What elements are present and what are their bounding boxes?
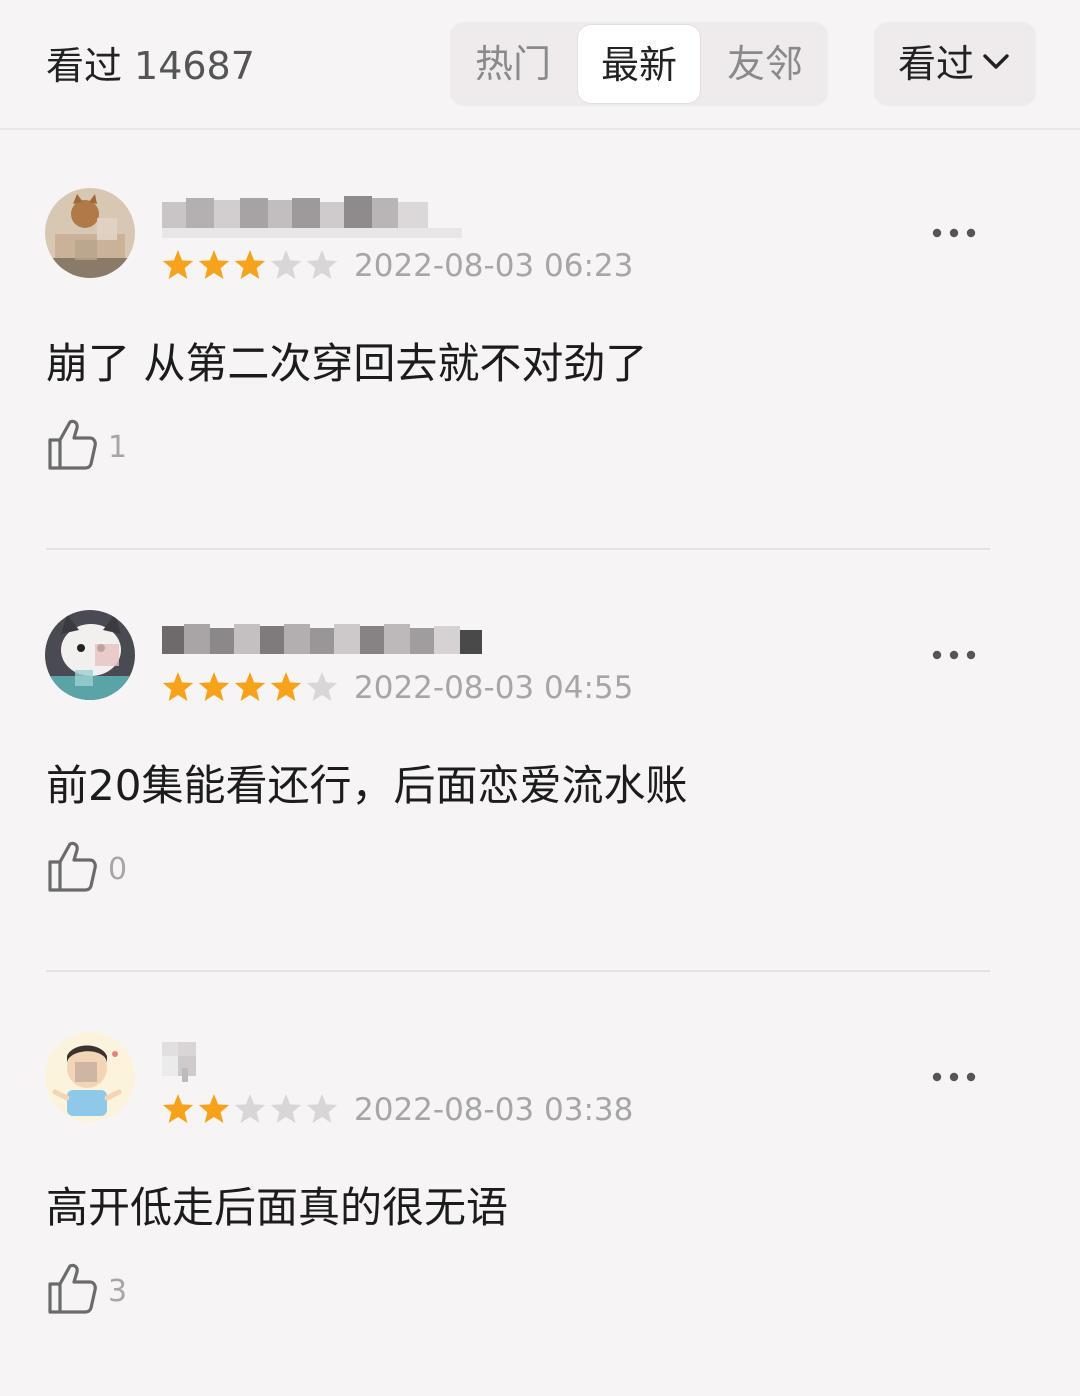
watched-count-number: 14687 (134, 44, 255, 88)
watched-count: 看过 14687 (46, 40, 255, 92)
star-filled-icon (198, 1094, 230, 1123)
star-filled-icon (234, 672, 266, 701)
like-count: 0 (108, 852, 128, 887)
watched-label: 看过 (46, 44, 123, 88)
review-timestamp: 2022-08-03 06:23 (354, 248, 634, 284)
tab-friends[interactable]: 友邻 (702, 22, 828, 106)
star-filled-icon (162, 1094, 194, 1123)
star-rating (162, 672, 338, 701)
star-empty-icon (270, 1094, 302, 1123)
filter-label: 看过 (898, 42, 975, 86)
like-count: 3 (108, 1274, 128, 1309)
filter-dropdown[interactable]: 看过 (874, 22, 1036, 106)
star-filled-icon (198, 672, 230, 701)
avatar[interactable] (45, 610, 135, 700)
star-rating (162, 1094, 338, 1123)
divider (46, 970, 990, 972)
review-timestamp: 2022-08-03 03:38 (354, 1092, 634, 1128)
review-text: 前20集能看还行，后面恋爱流水账 (46, 761, 688, 810)
review-text: 高开低走后面真的很无语 (46, 1183, 509, 1232)
tab-latest[interactable]: 最新 (577, 24, 701, 104)
divider (46, 548, 990, 550)
avatar[interactable] (45, 188, 135, 278)
star-filled-icon (162, 672, 194, 701)
username-blurred[interactable] (162, 194, 462, 250)
star-filled-icon (234, 250, 266, 279)
avatar[interactable] (45, 1032, 135, 1122)
star-empty-icon (306, 1094, 338, 1123)
like-button[interactable]: 1 (46, 418, 156, 474)
thumbs-up-icon (48, 841, 97, 892)
star-filled-icon (162, 250, 194, 279)
username-blurred[interactable] (162, 616, 502, 672)
star-empty-icon (306, 250, 338, 279)
star-empty-icon (234, 1094, 266, 1123)
review-text: 崩了 从第二次穿回去就不对劲了 (46, 339, 648, 388)
review-item: 2022-08-03 04:55 前20集能看还行，后面恋爱流水账 0 (0, 552, 1080, 974)
more-options-icon[interactable] (930, 640, 980, 670)
star-empty-icon (306, 672, 338, 701)
username-blurred[interactable] (162, 1038, 222, 1094)
like-button[interactable]: 3 (46, 1262, 156, 1318)
chevron-down-icon (983, 54, 1009, 69)
review-item: 2022-08-03 03:38 高开低走后面真的很无语 3 (0, 974, 1080, 1396)
more-options-icon[interactable] (930, 1062, 980, 1092)
like-button[interactable]: 0 (46, 840, 156, 896)
review-item: 2022-08-03 06:23 崩了 从第二次穿回去就不对劲了 1 (0, 130, 1080, 552)
star-empty-icon (270, 250, 302, 279)
sort-tabs: 热门 最新 友邻 (450, 22, 828, 106)
star-filled-icon (198, 250, 230, 279)
thumbs-up-icon (48, 419, 97, 470)
more-options-icon[interactable] (930, 218, 980, 248)
header-bar: 看过 14687 热门 最新 友邻 看过 (0, 0, 1080, 130)
star-rating (162, 250, 338, 279)
like-count: 1 (108, 430, 128, 465)
tab-hot[interactable]: 热门 (450, 22, 576, 106)
review-timestamp: 2022-08-03 04:55 (354, 670, 634, 706)
thumbs-up-icon (48, 1263, 97, 1314)
star-filled-icon (270, 672, 302, 701)
